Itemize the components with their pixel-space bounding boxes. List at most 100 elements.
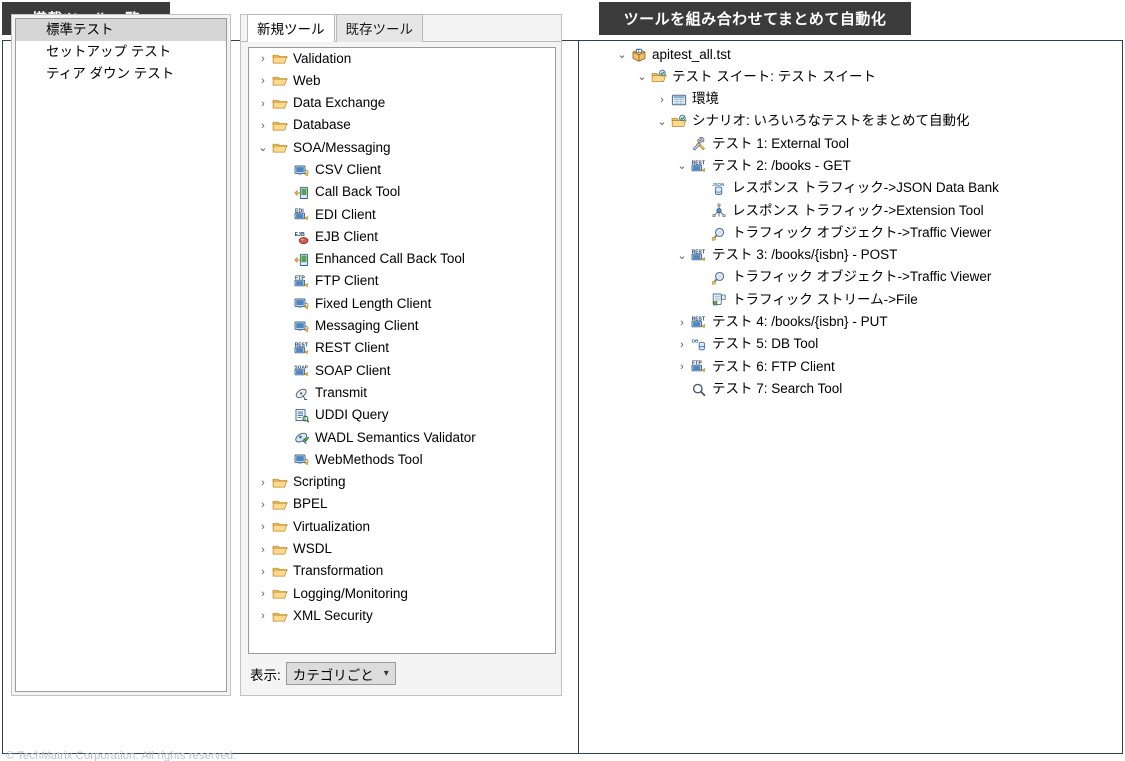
scenario-tree-node[interactable]: トラフィック オブジェクト->Traffic Viewer xyxy=(600,222,1115,244)
chevron-right-icon[interactable]: › xyxy=(255,539,271,561)
chevron-down-icon[interactable]: ⌄ xyxy=(255,137,271,159)
scenario-tree-node[interactable]: トラフィック ストリーム->File xyxy=(600,289,1115,311)
tool-tree-node[interactable]: › WSDL xyxy=(249,539,555,561)
tree-node-label: トラフィック オブジェクト->Traffic Viewer xyxy=(732,224,992,240)
tool-tree-node[interactable]: › Validation xyxy=(249,48,555,70)
tool-tree-node[interactable]: › BPEL xyxy=(249,494,555,516)
banner-automation: ツールを組み合わせてまとめて自動化 xyxy=(599,2,911,35)
chevron-down-icon[interactable]: ⌄ xyxy=(674,155,690,177)
tool-tree-node[interactable]: › Logging/Monitoring xyxy=(249,583,555,605)
chevron-down-icon[interactable]: ⌄ xyxy=(614,44,630,66)
tool-tree-node[interactable]: Fixed Length Client xyxy=(249,293,555,315)
tool-tree-node[interactable]: REST REST Client xyxy=(249,338,555,360)
traffic-stream-icon xyxy=(710,292,728,308)
uddi-query-icon xyxy=(293,408,311,424)
tool-tree-node[interactable]: EDI EDI Client xyxy=(249,204,555,226)
chevron-right-icon[interactable]: › xyxy=(255,472,271,494)
scenario-tree-node[interactable]: ⌄ REST テスト 2: /books - GET xyxy=(600,155,1115,177)
chevron-right-icon[interactable]: › xyxy=(674,312,690,334)
scenario-tree-node[interactable]: テスト 7: Search Tool xyxy=(600,378,1115,400)
tool-tree-node[interactable]: FTP FTP Client xyxy=(249,271,555,293)
tab-existing-tools[interactable]: 既存ツール xyxy=(335,14,423,42)
chevron-right-icon[interactable]: › xyxy=(674,356,690,378)
tree-node-label: Validation xyxy=(293,50,352,66)
chevron-right-icon[interactable]: › xyxy=(255,70,271,92)
chevron-right-icon[interactable]: › xyxy=(255,494,271,516)
tree-node-label: 環境 xyxy=(692,91,719,107)
folder-icon xyxy=(271,96,289,112)
tree-node-label: レスポンス トラフィック->JSON Data Bank xyxy=(732,180,999,196)
tool-tree-node[interactable]: › Data Exchange xyxy=(249,93,555,115)
tool-tree-node[interactable]: EJB EJB Client xyxy=(249,226,555,248)
tab-new-tools[interactable]: 新規ツール xyxy=(247,14,335,42)
environment-icon xyxy=(670,92,688,108)
ejb-client-icon: EJB xyxy=(293,230,311,246)
scenario-tree-node[interactable]: › REST テスト 4: /books/{isbn} - PUT xyxy=(600,312,1115,334)
test-type-item[interactable]: 標準テスト xyxy=(16,19,226,41)
tool-tree-node[interactable]: Transmit xyxy=(249,382,555,404)
chevron-down-icon[interactable]: ⌄ xyxy=(674,245,690,267)
test-type-list[interactable]: 標準テストセットアップ テストティア ダウン テスト xyxy=(15,18,227,692)
tool-tree-node[interactable]: WADL Semantics Validator xyxy=(249,427,555,449)
chevron-right-icon[interactable]: › xyxy=(255,48,271,70)
svg-text:DB: DB xyxy=(692,338,699,344)
scenario-tree-node[interactable]: ⌄ Tapitest_all.tst xyxy=(600,44,1115,66)
tool-tree-node[interactable]: ⌄ SOA/Messaging xyxy=(249,137,555,159)
db-tool-icon: DB xyxy=(690,337,708,353)
tool-tree-node[interactable]: UDDI Query xyxy=(249,405,555,427)
chevron-right-icon[interactable]: › xyxy=(255,93,271,115)
scenario-tree-node[interactable]: テスト 1: External Tool xyxy=(600,133,1115,155)
scenario-tree-node[interactable]: トラフィック オブジェクト->Traffic Viewer xyxy=(600,267,1115,289)
chevron-right-icon[interactable]: › xyxy=(255,583,271,605)
display-mode-select[interactable]: カテゴリごと ▾ xyxy=(285,662,396,685)
tool-tree-node[interactable]: CSV Client xyxy=(249,159,555,181)
tree-node-label: WSDL xyxy=(293,541,333,557)
scenario-tree-node[interactable]: ⌄ シナリオ: いろいろなテストをまとめて自動化 xyxy=(600,111,1115,133)
scenario-tree-node[interactable]: › DB テスト 5: DB Tool xyxy=(600,334,1115,356)
tree-node-label: REST Client xyxy=(315,340,390,356)
tool-tree-node[interactable]: Call Back Tool xyxy=(249,182,555,204)
test-type-item-label: セットアップ テスト xyxy=(46,44,172,59)
tool-tree-node[interactable]: › Database xyxy=(249,115,555,137)
tool-tree[interactable]: › Validation › Web › Data Exchange › Database ⌄ S… xyxy=(248,47,556,654)
scenario-tree-node[interactable]: ⌄ テスト スイート: テスト スイート xyxy=(600,66,1115,88)
chevron-right-icon[interactable]: › xyxy=(255,516,271,538)
test-type-item[interactable]: セットアップ テスト xyxy=(16,41,226,63)
chevron-right-icon[interactable]: › xyxy=(674,334,690,356)
tree-node-label: トラフィック ストリーム->File xyxy=(732,291,918,307)
copyright-watermark: © TechMatrix Corporation. All rights res… xyxy=(6,750,237,761)
chevron-right-icon[interactable]: › xyxy=(255,605,271,627)
tool-tree-node[interactable]: › Web xyxy=(249,70,555,92)
chevron-down-icon: ▾ xyxy=(383,668,389,679)
tree-node-label: SOA/Messaging xyxy=(293,139,391,155)
tool-tree-node[interactable]: › Transformation xyxy=(249,561,555,583)
display-mode-row: 表示: カテゴリごと ▾ xyxy=(250,662,396,685)
scenario-tree-node[interactable]: › FTP テスト 6: FTP Client xyxy=(600,356,1115,378)
test-type-item[interactable]: ティア ダウン テスト xyxy=(16,63,226,85)
tree-node-label: テスト 2: /books - GET xyxy=(712,157,851,173)
folder-icon xyxy=(271,140,289,156)
tool-tree-node[interactable]: › Scripting xyxy=(249,472,555,494)
tool-tree-node[interactable]: WebMethods Tool xyxy=(249,449,555,471)
scenario-tree[interactable]: ⌄ Tapitest_all.tst ⌄ テスト スイート: テスト スイート › 環境 ⌄… xyxy=(600,44,1115,444)
edi-client-icon: EDI xyxy=(293,207,311,223)
tool-tree-node[interactable]: › XML Security xyxy=(249,605,555,627)
folder-icon xyxy=(271,475,289,491)
chevron-right-icon[interactable]: › xyxy=(654,89,670,111)
scenario-tree-node[interactable]: ⌄ REST テスト 3: /books/{isbn} - POST xyxy=(600,245,1115,267)
chevron-right-icon[interactable]: › xyxy=(255,561,271,583)
tool-tree-node[interactable]: Messaging Client xyxy=(249,316,555,338)
folder-icon xyxy=(271,73,289,89)
extension-tool-icon xyxy=(710,203,728,219)
scenario-tree-node[interactable]: JSON レスポンス トラフィック->JSON Data Bank xyxy=(600,178,1115,200)
scenario-tree-node[interactable]: › 環境 xyxy=(600,89,1115,111)
tree-node-label: レスポンス トラフィック->Extension Tool xyxy=(732,202,984,218)
tool-tree-node[interactable]: › Virtualization xyxy=(249,516,555,538)
chevron-down-icon[interactable]: ⌄ xyxy=(654,111,670,133)
tool-tree-node[interactable]: SOAP SOAP Client xyxy=(249,360,555,382)
external-tool-icon xyxy=(690,136,708,152)
scenario-tree-node[interactable]: レスポンス トラフィック->Extension Tool xyxy=(600,200,1115,222)
tool-tree-node[interactable]: Enhanced Call Back Tool xyxy=(249,249,555,271)
chevron-right-icon[interactable]: › xyxy=(255,115,271,137)
chevron-down-icon[interactable]: ⌄ xyxy=(634,66,650,88)
